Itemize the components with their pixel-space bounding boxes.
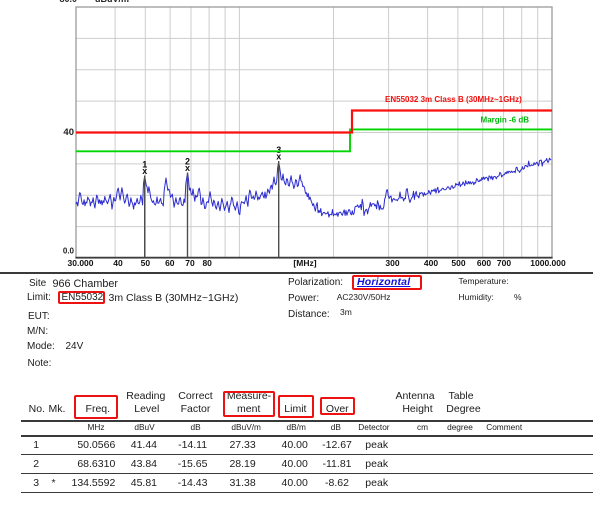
svg-text:50: 50 [141,258,151,268]
svg-text:30.000: 30.000 [68,258,94,268]
svg-text:Margin -6 dB: Margin -6 dB [481,115,530,124]
svg-text:600: 600 [477,258,491,268]
svg-text:40: 40 [63,127,74,138]
svg-text:60: 60 [165,258,175,268]
svg-text:700: 700 [497,258,511,268]
svg-text:0.0: 0.0 [63,246,75,255]
svg-text:80.0: 80.0 [59,0,77,4]
svg-text:70: 70 [185,258,195,268]
svg-text:[MHz]: [MHz] [293,258,316,268]
svg-text:80: 80 [202,258,212,268]
svg-text:400: 400 [424,258,438,268]
svg-text:x: x [185,163,190,173]
svg-text:300: 300 [385,258,399,268]
svg-text:500: 500 [451,258,465,268]
svg-text:x: x [276,151,281,161]
svg-text:EN55032 3m Class B (30MHz~1GHz: EN55032 3m Class B (30MHz~1GHz) [385,95,522,104]
svg-text:x: x [142,166,147,176]
svg-text:40: 40 [113,258,123,268]
svg-text:dBuV/m: dBuV/m [95,0,129,4]
svg-text:1000.000: 1000.000 [530,258,566,268]
